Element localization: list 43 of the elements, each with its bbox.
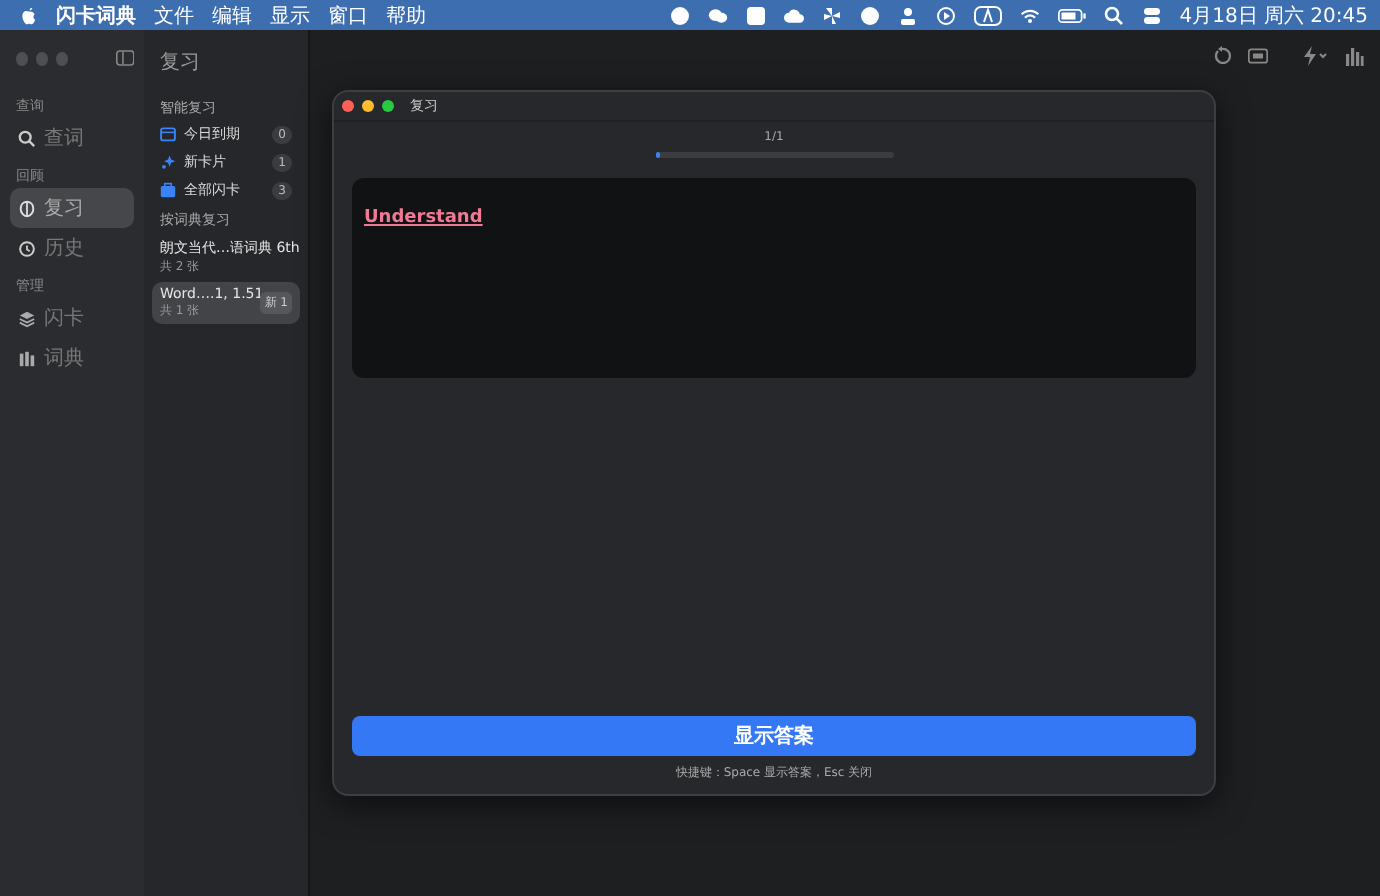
apple-logo-icon[interactable]: [20, 5, 38, 25]
app-menu[interactable]: 闪卡词典: [56, 1, 136, 29]
pinwheel-icon[interactable]: [821, 5, 842, 25]
show-answer-button[interactable]: 显示答案: [352, 716, 1196, 756]
wifi-icon[interactable]: [1019, 5, 1040, 25]
close-window-button[interactable]: [342, 100, 354, 112]
search-icon: [18, 129, 36, 147]
battery-icon[interactable]: [1057, 5, 1086, 25]
sparkle-icon: [160, 154, 176, 170]
cloud-icon[interactable]: [783, 5, 804, 25]
calendar-icon: [160, 126, 176, 142]
box-icon: [160, 182, 176, 198]
control-center-icon[interactable]: [1141, 5, 1162, 25]
sidebar-item[interactable]: 闪卡: [10, 298, 134, 338]
play-icon[interactable]: [935, 5, 956, 25]
zoom-window-button[interactable]: [382, 100, 394, 112]
input-method-icon[interactable]: [973, 5, 1002, 25]
menu-item[interactable]: 文件: [154, 1, 194, 29]
menu-item[interactable]: 帮助: [386, 1, 426, 29]
lightning-icon[interactable]: [1300, 46, 1328, 66]
person-icon[interactable]: [897, 5, 918, 25]
reset-icon[interactable]: [1212, 46, 1232, 66]
minimize-window-button[interactable]: [362, 100, 374, 112]
menu-item[interactable]: 窗口: [328, 1, 368, 29]
menu-item[interactable]: 显示: [270, 1, 310, 29]
history-icon: [18, 239, 36, 257]
layers-icon: [18, 309, 36, 327]
column-title: 复习: [160, 50, 202, 76]
app-icon[interactable]: [745, 5, 766, 25]
books-icon: [18, 349, 36, 367]
menu-item[interactable]: 编辑: [212, 1, 252, 29]
card-word: Understand: [364, 208, 483, 228]
sidebar-item[interactable]: 词典: [10, 338, 134, 378]
sidebar-item[interactable]: 查词: [10, 118, 134, 158]
chat-icon[interactable]: [707, 5, 728, 25]
card-icon[interactable]: [1248, 46, 1268, 66]
status-icon[interactable]: [669, 5, 690, 25]
menu-bar-clock: 4月18日 周六 20:45: [1179, 3, 1368, 29]
sidebar-toggle-icon[interactable]: [115, 48, 134, 68]
sidebar-item[interactable]: 复习: [10, 188, 134, 228]
search-icon[interactable]: [1103, 5, 1124, 25]
bar-chart-icon[interactable]: [1344, 46, 1364, 66]
sidebar-item[interactable]: 历史: [10, 228, 134, 268]
